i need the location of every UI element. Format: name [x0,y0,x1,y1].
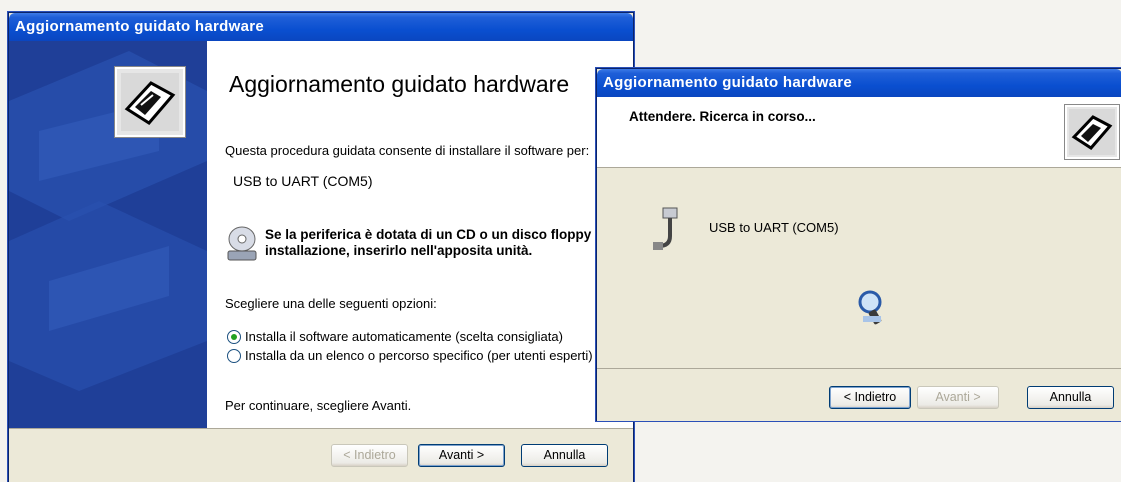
wizard-footer: < Indietro Avanti > Annulla [9,428,633,482]
search-status: Attendere. Ricerca in corso... [629,109,816,124]
continue-text: Per continuare, scegliere Avanti. [225,398,412,413]
hardware-wizard-icon [115,67,185,137]
cd-notice: Se la periferica è dotata di un CD o un … [265,227,608,258]
usb-device-icon [651,206,685,257]
option-manual[interactable]: Installa da un elenco o percorso specifi… [225,347,630,365]
option-auto[interactable]: Installa il software automaticamente (sc… [225,328,625,346]
wizard-body: USB to UART (COM5) [597,168,1121,368]
wizard-side-panel [9,41,207,428]
wizard-heading: Aggiornamento guidato hardware [229,71,570,97]
option-auto-label: Installa il software automaticamente (sc… [245,329,563,344]
cd-drive-icon [225,225,259,270]
options-label: Scegliere una delle seguenti opzioni: [225,296,437,311]
device-name: USB to UART (COM5) [233,173,373,189]
next-button[interactable]: Avanti > [917,386,999,409]
search-magnifier-icon [855,288,889,333]
wizard-header: Attendere. Ricerca in corso... [597,97,1121,168]
hardware-wizard-icon [1065,105,1119,159]
window-title: Aggiornamento guidato hardware [597,69,1121,97]
radio-manual[interactable] [227,349,241,363]
wizard-footer: < Indietro Avanti > Annulla [597,368,1121,421]
window-title: Aggiornamento guidato hardware [9,13,633,41]
next-button[interactable]: Avanti > [418,444,505,467]
intro-text: Questa procedura guidata consente di ins… [225,143,590,158]
device-name: USB to UART (COM5) [709,220,839,235]
wizard-window-left: Aggiornamento guidato hardware Aggiornam… [8,12,634,482]
cancel-button[interactable]: Annulla [1027,386,1114,409]
cancel-button[interactable]: Annulla [521,444,608,467]
option-manual-label: Installa da un elenco o percorso specifi… [245,348,593,363]
wizard-window-right: Aggiornamento guidato hardware Attendere… [596,68,1121,421]
radio-auto[interactable] [227,330,241,344]
back-button[interactable]: < Indietro [331,444,408,467]
wizard-content: Aggiornamento guidato hardware Questa pr… [207,41,633,428]
back-button[interactable]: < Indietro [829,386,911,409]
